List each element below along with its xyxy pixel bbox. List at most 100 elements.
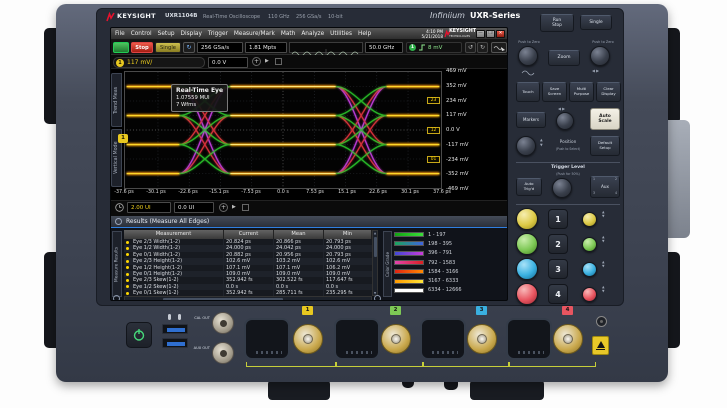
refresh-icon[interactable]: ↻: [183, 42, 195, 53]
trigger-level-knob[interactable]: [552, 178, 572, 198]
channel3-input-connector: [467, 324, 497, 354]
zoom-add-icon[interactable]: +: [219, 203, 228, 212]
channel1-badge: 1: [116, 59, 124, 67]
row-bullet-icon: [126, 292, 129, 295]
default-setup-button[interactable]: DefaultSetup: [590, 136, 620, 156]
horizontal-scale-field[interactable]: 2.00 UI: [127, 202, 171, 213]
menu-setup[interactable]: Setup: [158, 28, 175, 40]
position-knob[interactable]: [516, 136, 536, 156]
markers-button[interactable]: Markers: [516, 112, 546, 128]
menu-file[interactable]: File: [115, 28, 125, 40]
redo-icon[interactable]: ↻: [477, 42, 488, 53]
add-waveform-icon[interactable]: +: [252, 57, 261, 66]
channel1-offset-knob[interactable]: [582, 212, 597, 227]
channel1-scale-control[interactable]: 1 117 mV/: [113, 57, 205, 68]
single-button-hw[interactable]: Single: [580, 15, 612, 30]
col-min[interactable]: Min: [324, 230, 372, 239]
stop-button[interactable]: Stop: [131, 42, 153, 53]
channel2-offset-knob[interactable]: [582, 237, 597, 252]
cursor-knob[interactable]: [556, 112, 574, 130]
run-button[interactable]: [113, 42, 129, 53]
channel4-tag: 4: [562, 306, 573, 315]
trigger-setup-group[interactable]: 1 8 mV: [406, 42, 462, 53]
tab-measure-results[interactable]: Measure Results: [112, 231, 122, 297]
aux-select-button[interactable]: Aux 1 2 3 4: [590, 176, 620, 198]
channel2-button[interactable]: 2: [548, 234, 568, 254]
tab-color-grade[interactable]: Color Grade: [383, 231, 392, 297]
eye-marker-01[interactable]: 01: [427, 156, 440, 163]
channel2-scale-knob[interactable]: [516, 233, 538, 255]
maximize-button[interactable]: ❐: [486, 30, 495, 38]
dock-icon[interactable]: [242, 204, 249, 211]
channel2-tag: 2: [390, 306, 401, 315]
row-bullet-icon: [126, 273, 129, 276]
col-measurement[interactable]: Measurement: [124, 230, 224, 239]
horizontal-position-knob[interactable]: [590, 46, 610, 66]
color-grade-row: 6334 - 12666: [394, 286, 462, 295]
channel1-scale-knob[interactable]: [516, 208, 538, 230]
close-button[interactable]: ✕: [496, 30, 505, 38]
col-current[interactable]: Current: [224, 230, 274, 239]
channel3-scale-knob[interactable]: [516, 258, 538, 280]
single-button[interactable]: Single: [155, 42, 181, 53]
menu-measure-mark[interactable]: Measure/Mark: [234, 28, 275, 40]
acquisition-preview-strip[interactable]: [289, 42, 363, 53]
y-axis-label: -352 mV: [446, 171, 506, 177]
x-axis-label: 15.1 ps: [331, 190, 363, 195]
eye-marker-23[interactable]: 23: [427, 97, 440, 104]
col-mean[interactable]: Mean: [274, 230, 324, 239]
auto-trigd-button[interactable]: AutoTrig'd: [516, 178, 542, 196]
menu-math[interactable]: Math: [281, 28, 296, 40]
channel1-button[interactable]: 1: [548, 209, 568, 229]
bandwidth-field[interactable]: 50.0 GHz: [365, 42, 403, 53]
expand-icon[interactable]: ▶: [265, 58, 269, 64]
memory-depth-field[interactable]: 1.81 Mpts: [245, 42, 287, 53]
auto-scale-button[interactable]: AutoScale: [590, 108, 620, 130]
pane-handle-icon[interactable]: [374, 295, 381, 301]
touch-mode-icon[interactable]: [491, 42, 507, 53]
color-grade-row: 396 - 791: [394, 249, 452, 258]
menu-trigger[interactable]: Trigger: [208, 28, 228, 40]
channel4-button[interactable]: 4: [548, 284, 568, 304]
horizontal-position-field[interactable]: 0.0 UI: [174, 202, 214, 213]
menu-control[interactable]: Control: [131, 28, 152, 40]
save-screen-button[interactable]: SaveScreen: [542, 82, 567, 102]
undo-icon[interactable]: ↺: [465, 42, 476, 53]
channel1-offset-field[interactable]: 0.0 V: [208, 57, 248, 68]
dock-icon[interactable]: [275, 58, 282, 65]
channel1-ground-marker[interactable]: 1: [118, 134, 128, 143]
up-down-arrows-icon: ▲▼: [602, 260, 605, 268]
horizontal-scale-knob[interactable]: [518, 46, 538, 66]
clear-display-button[interactable]: ClearDisplay: [596, 82, 621, 102]
horizontal-scrollbar[interactable]: [124, 296, 372, 301]
channel3-button[interactable]: 3: [548, 259, 568, 279]
menu-utilities[interactable]: Utilities: [330, 28, 352, 40]
bezel-spec: 110 GHz: [268, 14, 289, 21]
channel3-offset-knob[interactable]: [582, 262, 597, 277]
row-bullet-icon: [126, 279, 129, 282]
vertical-scrollbar[interactable]: ▲ ▼: [372, 230, 378, 296]
channel4-offset-knob[interactable]: [582, 287, 597, 302]
multi-purpose-button[interactable]: MultiPurpose: [569, 82, 594, 102]
expand-icon[interactable]: ▶: [232, 204, 236, 210]
channel4-scale-knob[interactable]: [516, 283, 538, 305]
sample-rate-field[interactable]: 256 GSa/s: [197, 42, 243, 53]
eye-marker-12[interactable]: 12: [427, 127, 440, 134]
results-header[interactable]: Results (Measure All Edges): [111, 216, 508, 228]
run-stop-button[interactable]: RunStop: [540, 14, 574, 32]
clock-date: 5/21/2018: [411, 34, 443, 39]
row-bullet-icon: [126, 285, 129, 288]
zoom-button[interactable]: Zoom: [548, 50, 580, 66]
y-axis-label: -117 mV: [446, 142, 506, 148]
pane-handle-icon[interactable]: [113, 295, 120, 301]
power-button[interactable]: [126, 322, 152, 348]
touch-button[interactable]: Touch: [516, 82, 540, 102]
left-right-arrows-icon: ◀ ▶: [592, 68, 599, 73]
menu-analyze[interactable]: Analyze: [301, 28, 324, 40]
tab-trend-meas[interactable]: Trend Meas: [111, 73, 122, 127]
menu-help[interactable]: Help: [358, 28, 371, 40]
cal-out-label: CAL OUT: [192, 316, 210, 321]
collapse-icon[interactable]: [115, 218, 122, 225]
minimize-button[interactable]: —: [476, 30, 485, 38]
menu-display[interactable]: Display: [181, 28, 202, 40]
